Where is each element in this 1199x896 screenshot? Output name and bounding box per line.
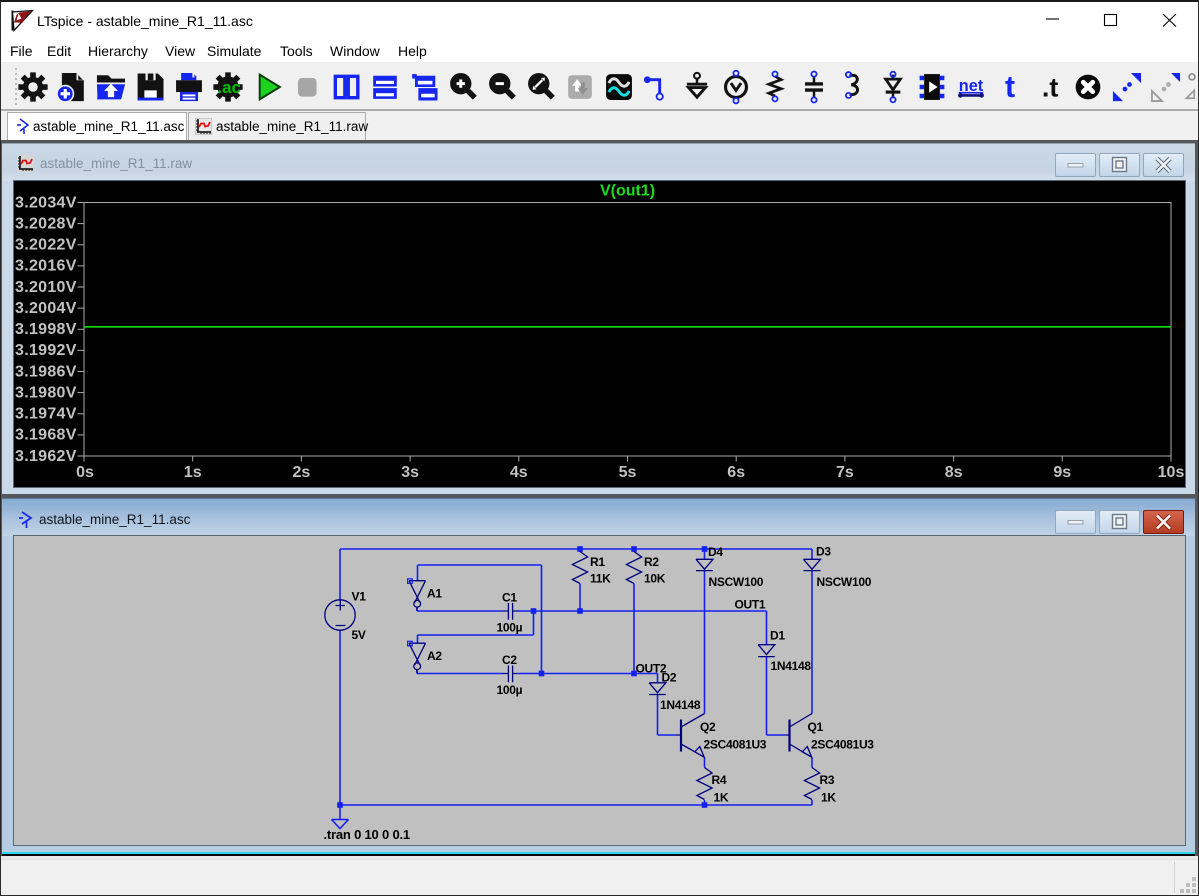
svg-text:100µ: 100µ (497, 621, 523, 635)
svg-text:100µ: 100µ (497, 683, 523, 697)
svg-text:3.2034V: 3.2034V (15, 194, 77, 211)
svg-text:V1: V1 (352, 590, 367, 604)
svg-text:3s: 3s (401, 464, 419, 481)
svg-text:11K: 11K (590, 572, 611, 586)
svg-text:D1: D1 (770, 628, 785, 642)
svg-text:5V: 5V (352, 628, 366, 642)
svg-text:2s: 2s (293, 464, 311, 481)
svg-text:1N4148: 1N4148 (771, 659, 812, 673)
svg-text:D4: D4 (708, 545, 723, 559)
svg-text:1s: 1s (184, 464, 202, 481)
svg-text:NSCW100: NSCW100 (817, 575, 872, 589)
svg-text:4s: 4s (510, 464, 528, 481)
svg-text:3.1992V: 3.1992V (15, 342, 77, 359)
svg-text:.tran 0 10 0 0.1: .tran 0 10 0 0.1 (324, 827, 410, 842)
svg-text:0s: 0s (76, 464, 94, 481)
svg-text:Q1: Q1 (808, 720, 824, 734)
svg-text:net: net (959, 76, 984, 94)
svg-text:R1: R1 (590, 555, 605, 569)
svg-text:3.2004V: 3.2004V (15, 300, 77, 317)
svg-text:2SC4081U3: 2SC4081U3 (811, 738, 874, 752)
svg-text:.t: .t (1042, 72, 1059, 102)
svg-text:1K: 1K (821, 791, 836, 805)
svg-text:3.1986V: 3.1986V (15, 363, 77, 380)
svg-text:D2: D2 (662, 671, 677, 685)
svg-text:OUT1: OUT1 (735, 598, 766, 612)
svg-text:A2: A2 (427, 649, 442, 663)
svg-text:A1: A1 (427, 587, 442, 601)
svg-text:5s: 5s (619, 464, 637, 481)
svg-text:t: t (1005, 71, 1015, 104)
svg-text:6s: 6s (727, 464, 745, 481)
svg-text:V(out1): V(out1) (600, 183, 655, 200)
svg-text:3.2028V: 3.2028V (15, 215, 77, 232)
svg-text:R2: R2 (644, 555, 659, 569)
svg-text:3.1998V: 3.1998V (15, 321, 77, 338)
svg-text:R4: R4 (712, 773, 727, 787)
svg-text:3.1974V: 3.1974V (15, 406, 77, 423)
svg-text:3.2016V: 3.2016V (15, 258, 77, 275)
svg-text:10s: 10s (1158, 464, 1185, 481)
svg-text:3.1980V: 3.1980V (15, 384, 77, 401)
svg-text:C1: C1 (502, 591, 517, 605)
svg-text:NSCW100: NSCW100 (709, 575, 764, 589)
svg-text:C2: C2 (502, 653, 517, 667)
svg-text:Q2: Q2 (700, 720, 716, 734)
svg-text:8s: 8s (945, 464, 963, 481)
svg-text:3.2010V: 3.2010V (15, 279, 77, 296)
svg-text:R3: R3 (820, 773, 835, 787)
svg-text:3.1962V: 3.1962V (15, 448, 77, 465)
svg-text:3.2022V: 3.2022V (15, 237, 77, 254)
svg-text:1K: 1K (714, 791, 729, 805)
svg-text:9s: 9s (1053, 464, 1071, 481)
svg-text:1N4148: 1N4148 (660, 698, 701, 712)
svg-text:10K: 10K (644, 572, 666, 586)
svg-text:3.1968V: 3.1968V (15, 427, 77, 444)
svg-text:2SC4081U3: 2SC4081U3 (704, 738, 767, 752)
svg-text:.ac: .ac (217, 78, 240, 97)
svg-text:7s: 7s (836, 464, 854, 481)
svg-text:D3: D3 (816, 545, 831, 559)
